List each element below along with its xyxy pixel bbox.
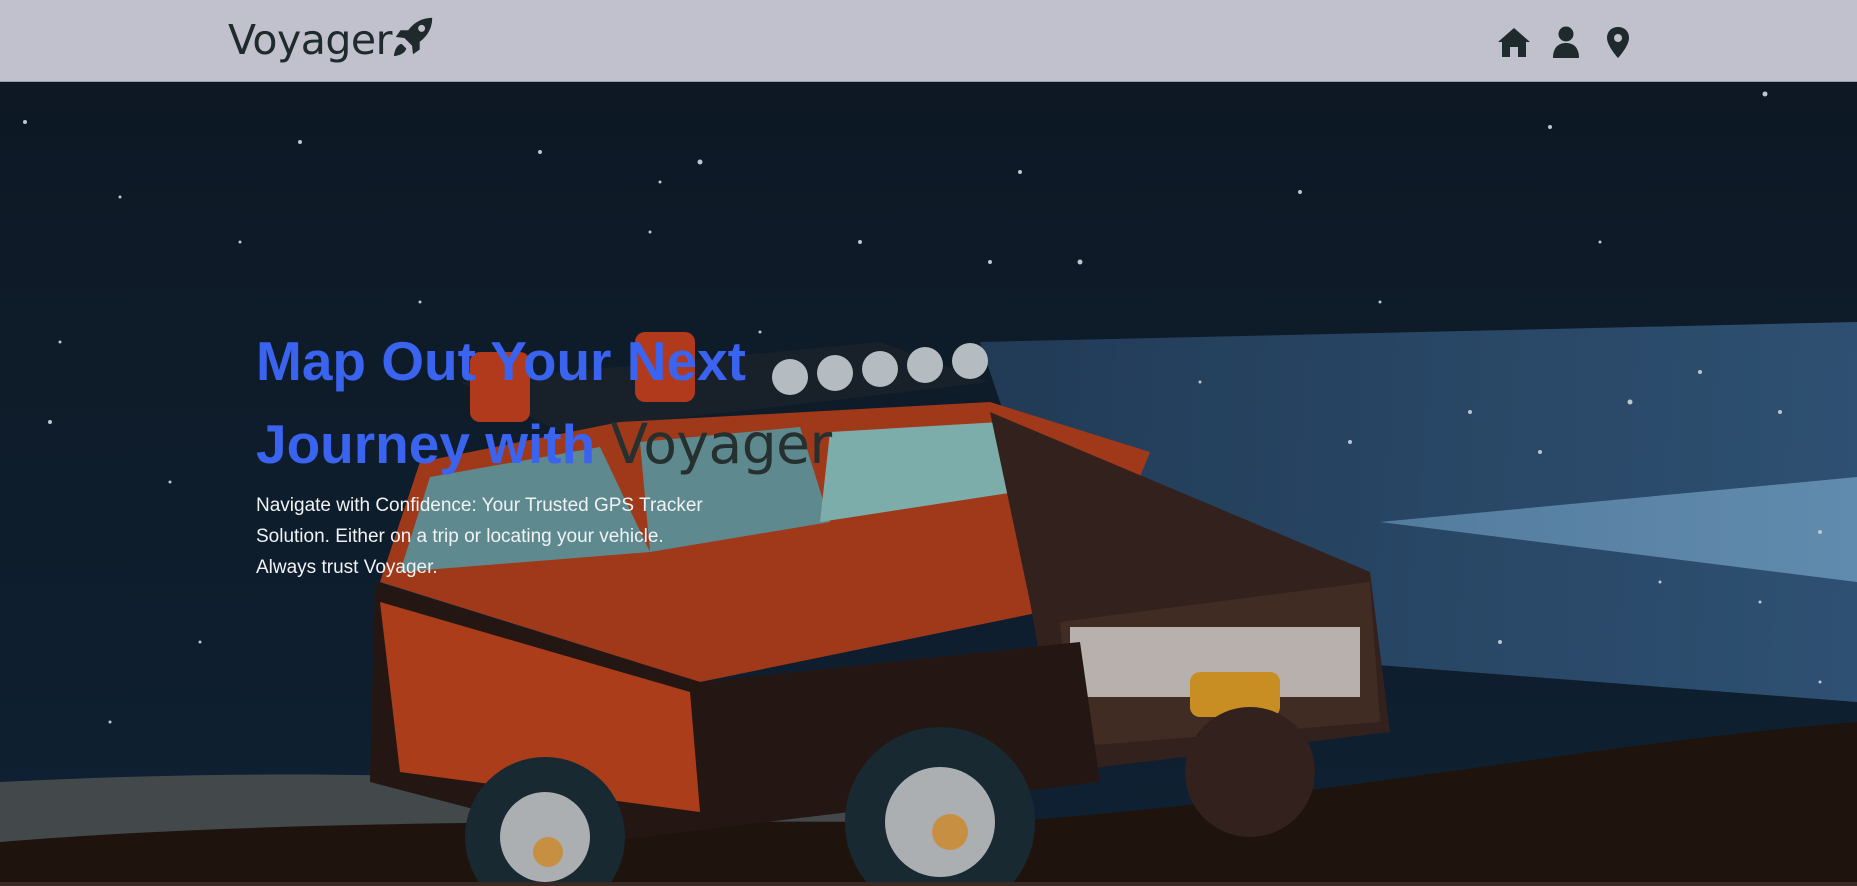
brand-name: Voyager [228, 15, 392, 64]
home-icon[interactable] [1496, 25, 1532, 59]
hero-title-line2: Journey with [256, 413, 596, 475]
hero-title-line1: Map Out Your Next [256, 330, 746, 392]
hero-title: Map Out Your Next Journey with Voyager [256, 320, 856, 486]
user-icon[interactable] [1548, 25, 1584, 59]
rocket-icon [393, 17, 433, 57]
hero-section: Map Out Your Next Journey with Voyager N… [0, 82, 1857, 886]
brand-logo-link[interactable]: Voyager [228, 14, 436, 66]
hero-bottom-border [0, 882, 1857, 886]
hero-description: Navigate with Confidence: Your Trusted G… [256, 495, 703, 578]
nav-icons [1496, 24, 1636, 60]
hero-content: Map Out Your Next Journey with Voyager N… [256, 320, 856, 583]
hero-title-brand: Voyager [610, 412, 833, 476]
location-pin-icon[interactable] [1600, 25, 1636, 59]
navbar: Voyager [0, 0, 1857, 82]
